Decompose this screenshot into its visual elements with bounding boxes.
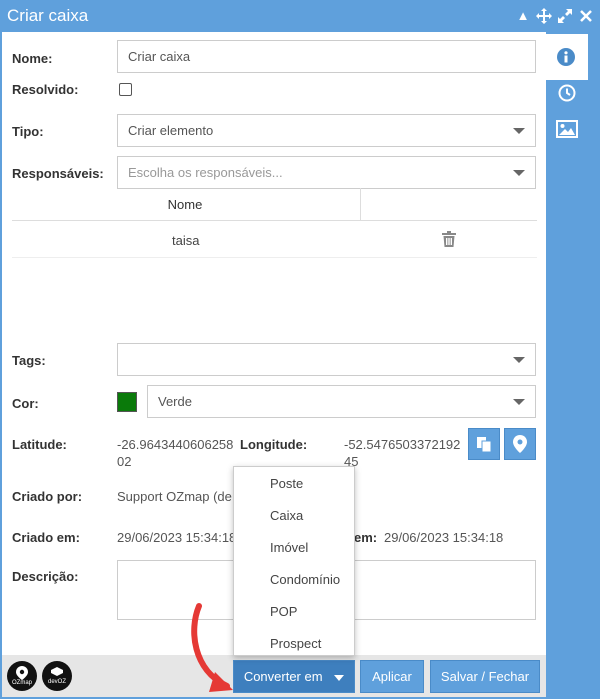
side-tabs <box>544 32 600 697</box>
maximize-icon[interactable] <box>557 8 573 24</box>
copy-icon <box>477 437 492 452</box>
atualizado-em-value: 29/06/2023 15:34:18 <box>384 530 504 545</box>
converter-em-label: Converter em <box>243 669 323 684</box>
collapse-up-icon[interactable]: ▲ <box>515 8 531 24</box>
responsaveis-label: Responsáveis: <box>12 166 104 181</box>
longitude-label: Longitude: <box>240 437 308 452</box>
map-marker-icon <box>513 435 527 453</box>
tab-images[interactable] <box>546 106 588 152</box>
criado-em-label: Criado em: <box>12 530 80 545</box>
menu-item-imovel[interactable]: Imóvel <box>234 532 354 564</box>
window-controls: ▲ <box>515 8 594 24</box>
image-icon <box>556 120 578 138</box>
trash-icon[interactable] <box>442 231 456 250</box>
devoz-logo: devOZ <box>42 661 72 691</box>
criado-por-label: Criado por: <box>12 489 83 504</box>
ozmap-logo: OZmap <box>7 661 37 691</box>
clock-icon <box>558 84 576 102</box>
criado-por-value: Support OZmap (de <box>117 489 232 504</box>
aplicar-button[interactable]: Aplicar <box>360 660 424 693</box>
nome-input[interactable]: Criar caixa <box>117 40 536 73</box>
move-icon[interactable] <box>536 8 552 24</box>
cor-label: Cor: <box>12 396 39 411</box>
tags-label: Tags: <box>12 353 46 368</box>
ozmap-logo-text: OZmap <box>11 680 32 686</box>
responsaveis-select[interactable]: Escolha os responsáveis... <box>117 156 536 189</box>
copy-coordinates-button[interactable] <box>468 428 500 460</box>
annotation-arrow-icon <box>191 603 233 692</box>
table-row: taisa <box>12 222 537 258</box>
cor-select-value: Verde <box>158 394 192 409</box>
longitude-value-line1: -52.5476503372192 <box>344 437 461 452</box>
latitude-label: Latitude: <box>12 437 67 452</box>
map-pin-icon <box>16 666 28 680</box>
table-header-nome[interactable]: Nome <box>120 188 250 221</box>
devoz-logo-text: devOZ <box>47 679 66 685</box>
criado-em-value: 29/06/2023 15:34:18 <box>117 530 237 545</box>
resolvido-label: Resolvido: <box>12 82 79 97</box>
menu-item-poste[interactable]: Poste <box>234 468 354 500</box>
salvar-fechar-button[interactable]: Salvar / Fechar <box>430 660 540 693</box>
tipo-select[interactable]: Criar elemento <box>117 114 536 147</box>
menu-item-condominio[interactable]: Condomínio <box>234 564 354 596</box>
resolvido-checkbox[interactable] <box>119 83 132 96</box>
table-cell-nome: taisa <box>172 233 200 248</box>
close-icon[interactable] <box>578 8 594 24</box>
chevron-down-icon <box>513 128 525 134</box>
color-swatch[interactable] <box>117 392 137 412</box>
chevron-down-icon <box>513 357 525 363</box>
dialog-footer: OZmap devOZ Converter em Aplicar Salvar … <box>2 655 546 697</box>
descricao-label: Descrição: <box>12 569 79 584</box>
devoz-mark-icon <box>51 667 63 676</box>
nome-label: Nome: <box>12 51 53 66</box>
responsaveis-table-header: Nome <box>12 188 537 221</box>
window-titlebar: Criar caixa ▲ <box>0 0 600 32</box>
latitude-value-line1: -26.9643440606258 <box>117 437 234 452</box>
locate-on-map-button[interactable] <box>504 428 536 460</box>
tags-select[interactable] <box>117 343 536 376</box>
chevron-down-icon <box>513 170 525 176</box>
latitude-value-line2: 02 <box>117 454 132 469</box>
responsaveis-placeholder: Escolha os responsáveis... <box>128 165 283 180</box>
cor-select[interactable]: Verde <box>147 385 536 418</box>
tipo-label: Tipo: <box>12 124 44 139</box>
window-title: Criar caixa <box>7 6 89 25</box>
tipo-select-value: Criar elemento <box>128 123 214 138</box>
info-icon <box>557 48 575 66</box>
chevron-down-icon <box>513 399 525 405</box>
caret-down-icon <box>334 674 345 681</box>
menu-item-caixa[interactable]: Caixa <box>234 500 354 532</box>
column-divider <box>360 188 361 221</box>
atualizado-em-label: em: <box>354 530 378 545</box>
